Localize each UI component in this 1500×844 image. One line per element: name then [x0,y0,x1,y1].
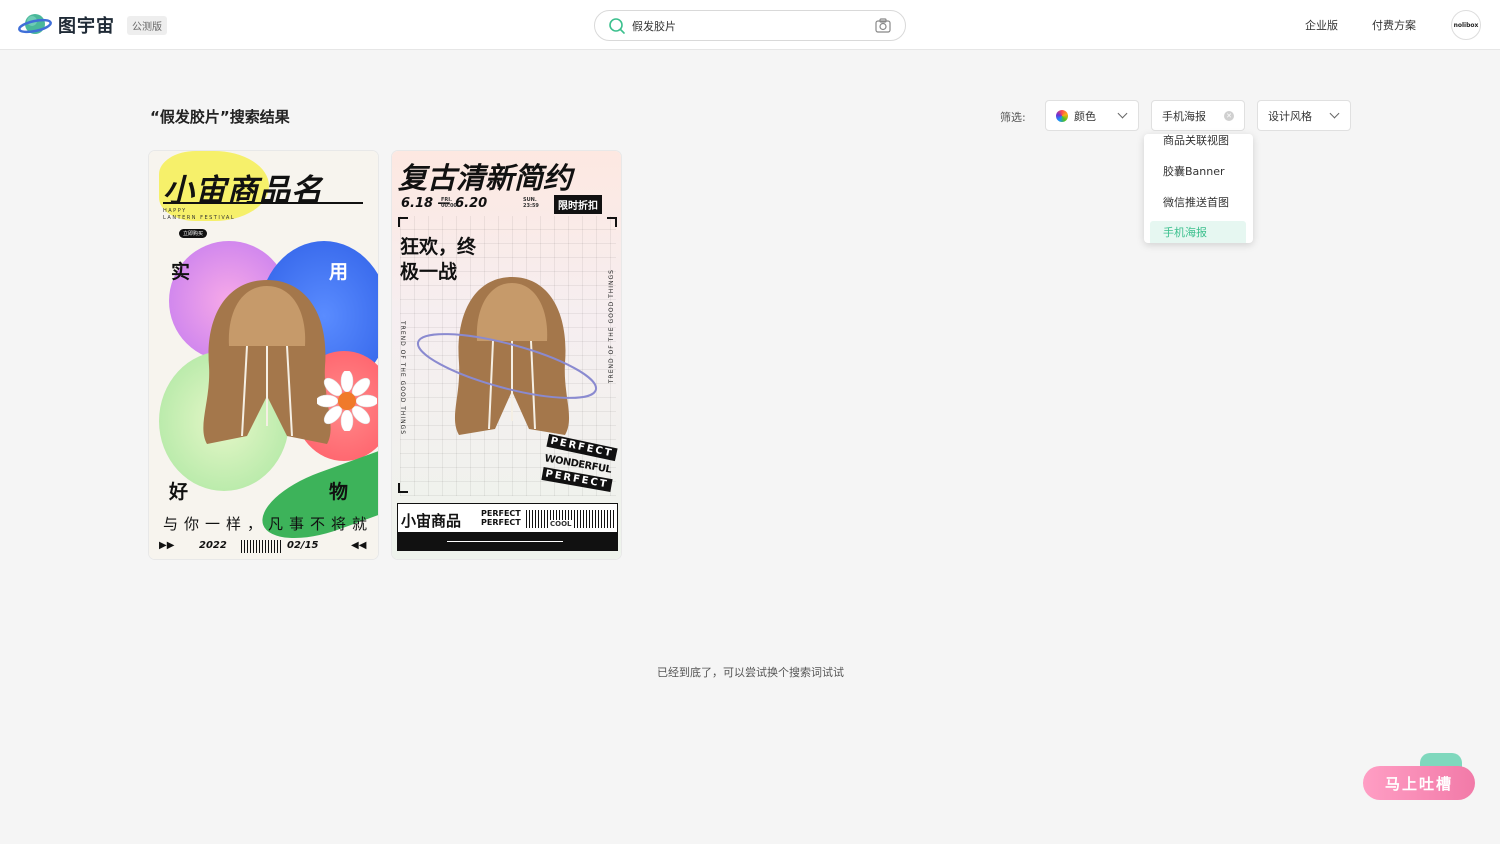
nav-enterprise[interactable]: 企业版 [1305,17,1338,33]
poster-vertical-text: TREND OF THE GOOD THINGS [608,269,615,384]
search-icon[interactable] [608,17,626,35]
result-card[interactable]: 复古清新简约 6.18 — 6.20 FRI. 00:00 SUN. 23:59… [391,150,622,560]
chevron-down-icon [1329,108,1340,119]
headline-line: 狂欢，终 [400,236,477,258]
poster-footer: 小宙商品 PERFECT PERFECT COOL [397,503,618,551]
search-input[interactable] [632,19,862,32]
filter-style[interactable]: 设计风格 [1257,100,1351,131]
daisy-icon [317,371,377,431]
poster-title: 复古清新简约 [398,161,573,195]
dropdown-item[interactable]: 商品关联视图 [1144,134,1253,153]
poster-char: 好 [169,481,189,503]
footer-small: PERFECT [481,509,521,518]
filter-color[interactable]: 颜色 [1045,100,1139,131]
avatar[interactable]: nolibox [1451,10,1481,40]
poster-char: 用 [329,261,349,283]
filter-label: 筛选: [1000,111,1026,124]
poster-image: 小宙商品名 HAPPY LANTERN FESTIVAL 立即购买 实 用 好 … [149,151,378,559]
dropdown-item[interactable]: 微信推送首图 [1144,191,1253,215]
logo-text: 图宇宙 [58,16,115,37]
result-card[interactable]: 小宙商品名 HAPPY LANTERN FESTIVAL 立即购买 实 用 好 … [148,150,379,560]
filter-scene-label: 手机海报 [1162,109,1206,123]
orbit-ring-icon [416,333,598,399]
footer-date: 02/15 [287,540,319,551]
chevron-down-icon [1117,108,1128,119]
color-wheel-icon [1056,109,1068,122]
footer-year: 2022 [199,540,227,551]
poster-subtitle: LANTERN FESTIVAL [163,215,236,221]
dropdown-item-active[interactable]: 手机海报 [1150,221,1246,243]
poster-tag: 限时折扣 [554,195,602,214]
feedback-button[interactable]: 马上吐槽 [1363,766,1475,800]
nav-pricing[interactable]: 付费方案 [1372,17,1416,33]
scene-dropdown: 商品关联视图 胶囊Banner 微信推送首图 手机海报 [1144,134,1253,243]
results-title: “假发胶片”搜索结果 [150,108,290,126]
feedback-label: 马上吐槽 [1384,774,1453,793]
poster-image: 复古清新简约 6.18 — 6.20 FRI. 00:00 SUN. 23:59… [392,151,621,559]
planet-logo-icon [18,10,52,40]
footer-small: PERFECT [481,518,521,527]
poster-vertical-text: TREND OF THE GOOD THINGS [399,321,406,436]
date-small: 23:59 [523,203,539,209]
beta-badge: 公测版 [127,15,167,35]
footer-title: 小宙商品 [401,512,462,530]
poster-slogan: 与你一样，凡事不将就 [163,515,374,533]
poster-subtitle: HAPPY [163,208,187,214]
top-header: 图宇宙 公测版 企业版 付费方案 nolibox [0,0,1500,50]
end-of-results-text: 已经到底了，可以尝试换个搜索词试试 [657,666,844,679]
filter-color-label: 颜色 [1074,109,1096,123]
clear-icon[interactable]: ✕ [1224,111,1234,121]
logo[interactable]: 图宇宙 公测版 [18,10,167,40]
filter-scene[interactable]: 手机海报 ✕ [1151,100,1245,131]
filter-style-label: 设计风格 [1268,109,1312,123]
poster-char: 物 [329,481,349,503]
poster-footer: ▶▶ 2022 02/15 ◀◀ [159,540,367,553]
poster-char: 实 [171,261,191,283]
poster-button: 立即购买 [179,229,208,238]
camera-icon[interactable] [875,18,891,33]
search-bar [594,10,906,41]
dropdown-item[interactable]: 胶囊Banner [1144,160,1253,184]
footer-cool: COOL [548,520,574,528]
date-small: 00:00 [441,203,457,209]
